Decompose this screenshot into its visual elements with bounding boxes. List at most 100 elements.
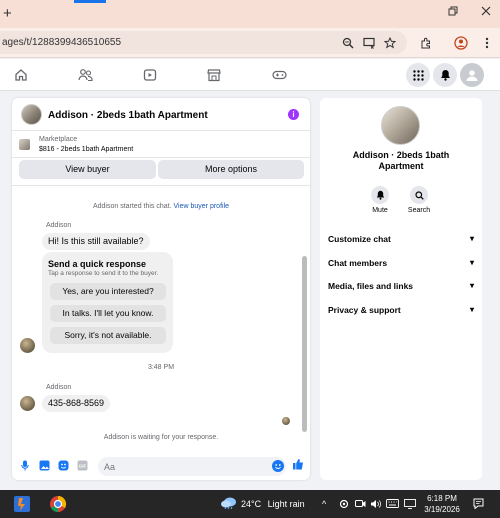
url-text: ages/t/1288399436510655 — [2, 37, 122, 48]
gaming-icon[interactable] — [271, 67, 287, 83]
chevron-down-icon: ▾ — [469, 305, 474, 314]
message-input[interactable] — [104, 459, 264, 474]
listing-title: $816 - 2beds 1bath Apartment — [39, 146, 134, 153]
more-options-button[interactable]: More options — [158, 160, 304, 179]
browser-tab-strip: + — [0, 0, 500, 28]
app-icon[interactable] — [12, 494, 32, 514]
restore-window-icon[interactable] — [448, 6, 458, 19]
media-files-links-section[interactable]: Media, files and links ▾ — [328, 281, 474, 295]
chat-title[interactable]: Addison · 2beds 1bath Apartment — [48, 110, 208, 121]
section-label: Media, files and links — [328, 281, 414, 291]
emoji-icon[interactable] — [272, 460, 284, 472]
bookmark-star-icon[interactable] — [382, 35, 398, 51]
chat-started-notice: Addison started this chat. View buyer pr… — [12, 203, 310, 210]
waiting-notice: Addison is waiting for your response. — [103, 434, 219, 441]
cast-icon[interactable] — [361, 35, 377, 51]
profile-name: Addison · 2beds 1bath Apartment — [352, 150, 450, 171]
address-bar[interactable]: ages/t/1288399436510655 — [0, 31, 407, 54]
composer-bar: GIF — [12, 454, 310, 480]
quick-response-not-available[interactable]: Sorry, it's not available. — [50, 327, 166, 344]
friends-icon[interactable] — [77, 67, 93, 83]
customize-chat-section[interactable]: Customize chat ▾ — [328, 234, 474, 248]
chevron-down-icon: ▾ — [469, 258, 474, 267]
sticker-icon[interactable] — [57, 459, 69, 471]
search-icon — [410, 186, 428, 204]
new-tab-button[interactable]: + — [3, 6, 12, 21]
weather-cloud-icon[interactable] — [220, 496, 236, 510]
chrome-menu-icon[interactable] — [479, 35, 495, 51]
search-action[interactable]: Search — [406, 186, 432, 214]
quick-response-card: Send a quick response Tap a response to … — [42, 252, 173, 353]
view-buyer-button[interactable]: View buyer — [19, 160, 156, 179]
info-icon[interactable]: i — [288, 109, 299, 120]
marketplace-listing-row[interactable]: Marketplace $816 - 2beds 1bath Apartment — [12, 131, 310, 158]
message-input-box[interactable] — [98, 457, 286, 476]
message-scrollbar[interactable] — [302, 256, 307, 432]
sender-avatar — [20, 396, 35, 411]
view-buyer-profile-link[interactable]: View buyer profile — [174, 203, 230, 210]
gif-icon[interactable]: GIF — [76, 459, 88, 471]
quick-response-title: Send a quick response — [48, 259, 147, 269]
microphone-icon[interactable] — [19, 459, 31, 471]
thumbs-up-icon[interactable] — [292, 458, 304, 470]
weather-condition: Light rain — [267, 499, 305, 509]
video-icon[interactable] — [142, 67, 158, 83]
chat-header: Addison · 2beds 1bath Apartment i — [12, 98, 310, 131]
search-label: Search — [407, 207, 431, 214]
mute-label: Mute — [372, 207, 388, 214]
clock-time: 6:18 PM — [427, 494, 457, 503]
menu-grid-icon[interactable] — [406, 63, 430, 87]
sender-name: Addison — [46, 222, 72, 229]
weather-readout[interactable]: 24°C Light rain — [241, 499, 305, 509]
message-list: Addison started this chat. View buyer pr… — [12, 185, 310, 450]
clock-date: 3/19/2026 — [424, 505, 460, 514]
network-icon[interactable] — [404, 499, 416, 511]
temperature: 24°C — [241, 499, 262, 509]
settings-gear-icon[interactable] — [339, 499, 349, 511]
volume-icon[interactable] — [370, 499, 382, 511]
notifications-bell-icon[interactable] — [433, 63, 457, 87]
bell-icon — [371, 186, 389, 204]
section-label: Chat members — [328, 258, 388, 268]
chrome-icon[interactable] — [48, 494, 68, 514]
facebook-nav-bar — [0, 59, 500, 91]
marketplace-icon[interactable] — [206, 67, 222, 83]
browser-toolbar: ages/t/1288399436510655 — [0, 28, 500, 58]
zoom-icon[interactable] — [340, 35, 356, 51]
message-timestamp: 3:48 PM — [147, 364, 175, 371]
section-label: Customize chat — [328, 234, 391, 244]
profile-icon[interactable] — [453, 35, 469, 51]
privacy-support-section[interactable]: Privacy & support ▾ — [328, 305, 474, 319]
quick-response-in-talks[interactable]: In talks. I'll let you know. — [50, 305, 166, 322]
marketplace-label: Marketplace — [39, 136, 78, 143]
sender-avatar — [20, 338, 35, 353]
extensions-icon[interactable] — [418, 35, 434, 51]
system-clock[interactable]: 6:18 PM 3/19/2026 — [420, 493, 464, 515]
profile-avatar[interactable] — [381, 106, 420, 145]
photo-icon[interactable] — [38, 459, 50, 471]
chat-panel: Addison · 2beds 1bath Apartment i Market… — [12, 98, 310, 480]
keyboard-icon[interactable] — [386, 499, 399, 510]
active-tab-indicator — [74, 0, 106, 3]
quick-response-subtitle: Tap a response to send it to the buyer. — [48, 270, 159, 277]
message-bubble: Hi! Is this still available? — [42, 233, 150, 250]
chat-members-section[interactable]: Chat members ▾ — [328, 258, 474, 272]
account-avatar-icon[interactable] — [460, 63, 484, 87]
sender-name: Addison — [46, 384, 72, 391]
close-window-icon[interactable] — [481, 6, 491, 19]
listing-thumbnail — [19, 139, 30, 150]
home-icon[interactable] — [13, 67, 29, 83]
seen-indicator-avatar — [282, 417, 290, 425]
notification-center-icon[interactable] — [473, 498, 484, 511]
tray-chevron-up-icon[interactable]: ^ — [322, 499, 326, 509]
chevron-down-icon: ▾ — [469, 234, 474, 243]
meet-now-icon[interactable] — [355, 499, 366, 511]
chevron-down-icon: ▾ — [469, 281, 474, 290]
message-bubble: 435-868-8569 — [42, 395, 111, 412]
taskbar: 24°C Light rain ^ 6:18 PM 3/19/2026 — [0, 490, 500, 518]
quick-response-yes[interactable]: Yes, are you interested? — [50, 283, 166, 300]
chat-started-text: Addison started this chat. — [92, 203, 172, 210]
svg-text:GIF: GIF — [78, 463, 86, 468]
mute-action[interactable]: Mute — [367, 186, 393, 214]
chat-avatar[interactable] — [21, 104, 42, 125]
